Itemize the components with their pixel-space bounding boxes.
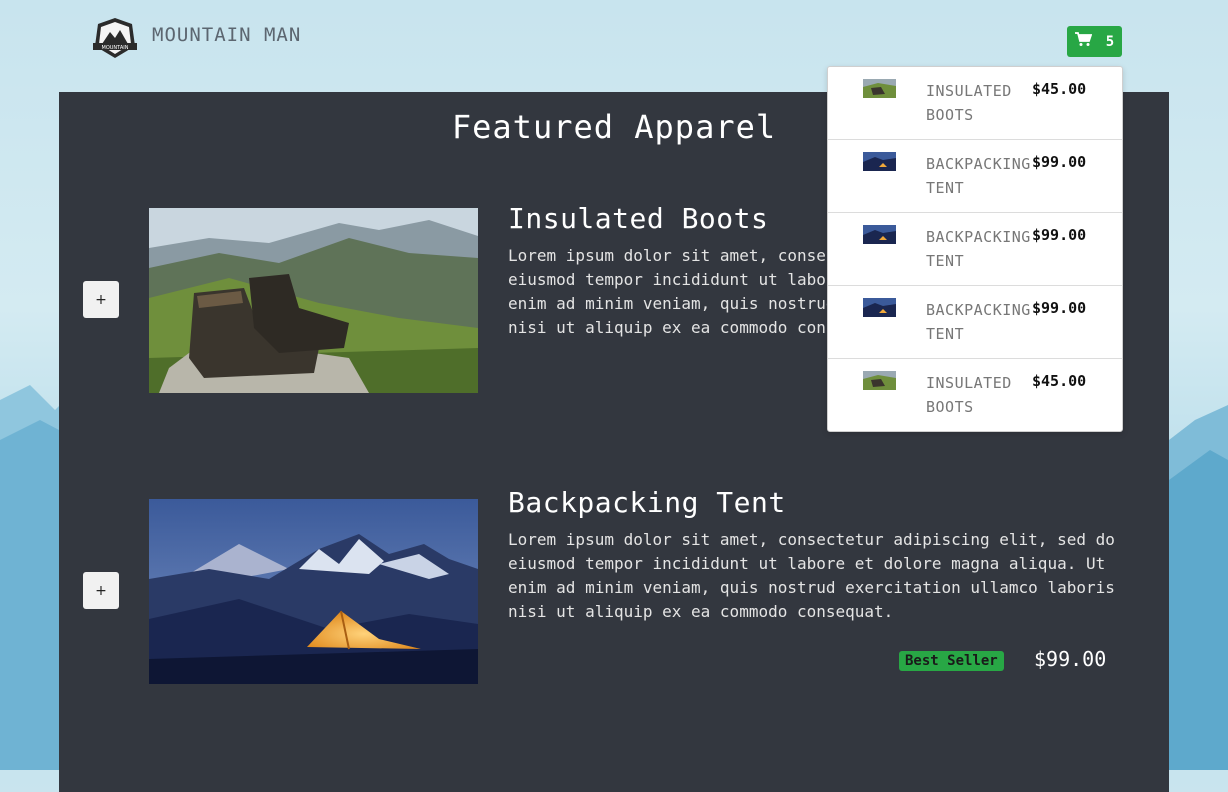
cart-item[interactable]: INSULATED BOOTS $45.00 [828, 67, 1122, 140]
cart-item-price: $99.00 [1032, 226, 1087, 244]
cart-item-name: BACKPACKING TENT [926, 301, 1031, 343]
product-name: Backpacking Tent [508, 486, 786, 519]
cart-item-price: $45.00 [1032, 80, 1087, 98]
add-to-cart-button[interactable]: + [83, 281, 119, 318]
cart-item-thumbnail-tent [863, 298, 896, 317]
cart-count: 5 [1105, 33, 1115, 50]
logo-text: MOUNTAIN [102, 45, 129, 51]
product-image-tent[interactable] [149, 499, 478, 684]
cart-item-price: $99.00 [1032, 153, 1087, 171]
product-image-boots[interactable] [149, 208, 478, 393]
cart-item[interactable]: INSULATED BOOTS $45.00 [828, 359, 1122, 431]
cart-item-price: $99.00 [1032, 299, 1087, 317]
cart-item-thumbnail-boots [863, 79, 896, 98]
product-name: Insulated Boots [508, 202, 769, 235]
cart-item-name: BACKPACKING TENT [926, 228, 1031, 270]
brand-name[interactable]: MOUNTAIN MAN [152, 24, 301, 46]
cart-item-thumbnail-boots [863, 371, 896, 390]
product-description: Lorem ipsum dolor sit amet, consectetur … [508, 530, 1115, 621]
best-seller-badge: Best Seller [899, 651, 1004, 671]
cart-dropdown: INSULATED BOOTS $45.00 BACKPACKING TENT … [827, 66, 1123, 432]
cart-item-thumbnail-tent [863, 152, 896, 171]
cart-item-thumbnail-tent [863, 225, 896, 244]
add-to-cart-button[interactable]: + [83, 572, 119, 609]
cart-item-price: $45.00 [1032, 372, 1087, 390]
product-price: $99.00 [1034, 647, 1107, 671]
cart-item[interactable]: BACKPACKING TENT $99.00 [828, 140, 1122, 213]
cart-item-name: INSULATED BOOTS [926, 82, 1012, 124]
cart-item[interactable]: BACKPACKING TENT $99.00 [828, 213, 1122, 286]
cart-item[interactable]: BACKPACKING TENT $99.00 [828, 286, 1122, 359]
cart-item-name: INSULATED BOOTS [926, 374, 1012, 416]
cart-button[interactable]: 5 [1067, 26, 1122, 57]
cart-item-name: BACKPACKING TENT [926, 155, 1031, 197]
shopping-cart-icon [1074, 32, 1093, 51]
mountain-logo-icon[interactable]: MOUNTAIN [90, 16, 140, 60]
